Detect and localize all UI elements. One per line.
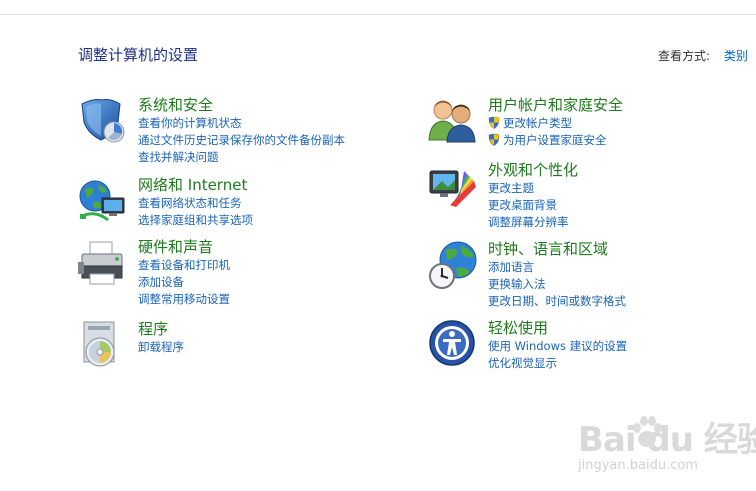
printer-icon[interactable]	[78, 238, 128, 288]
link-screen-resolution[interactable]: 调整屏幕分辨率	[488, 214, 756, 231]
view-mode-dropdown[interactable]: 类别	[724, 49, 748, 63]
baidu-jingyan-watermark: Bai du 经验 jingyan.baidu.com	[578, 408, 756, 484]
link-change-account-type[interactable]: 更改帐户类型	[488, 115, 756, 132]
link-troubleshoot[interactable]: 查找并解决问题	[138, 149, 438, 166]
link-change-date-time-format[interactable]: 更改日期、时间或数字格式	[488, 293, 756, 310]
link-change-theme[interactable]: 更改主题	[488, 180, 756, 197]
clock-globe-icon[interactable]	[428, 240, 478, 290]
category-title[interactable]: 系统和安全	[138, 96, 438, 115]
link-view-computer-status[interactable]: 查看你的计算机状态	[138, 115, 438, 132]
category-title[interactable]: 时钟、语言和区域	[488, 240, 756, 259]
page-title: 调整计算机的设置	[78, 46, 199, 64]
accessibility-icon[interactable]	[428, 319, 478, 369]
link-family-safety[interactable]: 为用户设置家庭安全	[488, 132, 756, 149]
link-homegroup-sharing[interactable]: 选择家庭组和共享选项	[138, 212, 438, 229]
category-title[interactable]: 外观和个性化	[488, 161, 756, 180]
users-icon[interactable]	[428, 96, 478, 146]
view-mode-label: 查看方式:	[658, 49, 711, 63]
programs-icon[interactable]	[78, 320, 128, 370]
link-network-status[interactable]: 查看网络状态和任务	[138, 195, 438, 212]
link-optimize-visual-display[interactable]: 优化视觉显示	[488, 355, 756, 372]
watermark-brand: Bai du 经验	[578, 420, 756, 460]
top-divider	[0, 14, 756, 15]
network-globe-icon[interactable]	[78, 176, 128, 226]
link-add-language[interactable]: 添加语言	[488, 259, 756, 276]
link-change-background[interactable]: 更改桌面背景	[488, 197, 756, 214]
category-title[interactable]: 轻松使用	[488, 319, 756, 338]
shield-icon[interactable]	[78, 96, 128, 146]
watermark-url: jingyan.baidu.com	[578, 458, 698, 473]
link-windows-recommended-settings[interactable]: 使用 Windows 建议的设置	[488, 338, 756, 355]
uac-shield-icon	[488, 116, 500, 129]
link-add-device[interactable]: 添加设备	[138, 274, 438, 291]
uac-shield-icon	[488, 133, 500, 146]
category-title[interactable]: 用户帐户和家庭安全	[488, 96, 756, 115]
category-title[interactable]: 程序	[138, 320, 438, 339]
link-change-input-method[interactable]: 更换输入法	[488, 276, 756, 293]
control-panel-window: 调整计算机的设置 查看方式: 类别 系统和安全 查看你的计算机状态 通过文件历史…	[0, 0, 756, 491]
link-mobility-settings[interactable]: 调整常用移动设置	[138, 291, 438, 308]
baidu-paw-icon	[633, 416, 662, 447]
link-uninstall-program[interactable]: 卸载程序	[138, 339, 438, 356]
category-title[interactable]: 硬件和声音	[138, 238, 438, 257]
link-label: 为用户设置家庭安全	[503, 133, 607, 147]
link-file-history-backup[interactable]: 通过文件历史记录保存你的文件备份副本	[138, 132, 438, 149]
link-devices-printers[interactable]: 查看设备和打印机	[138, 257, 438, 274]
monitor-palette-icon[interactable]	[428, 161, 478, 211]
category-title[interactable]: 网络和 Internet	[138, 176, 438, 195]
view-mode: 查看方式: 类别	[658, 47, 748, 64]
link-label: 更改帐户类型	[503, 116, 572, 130]
